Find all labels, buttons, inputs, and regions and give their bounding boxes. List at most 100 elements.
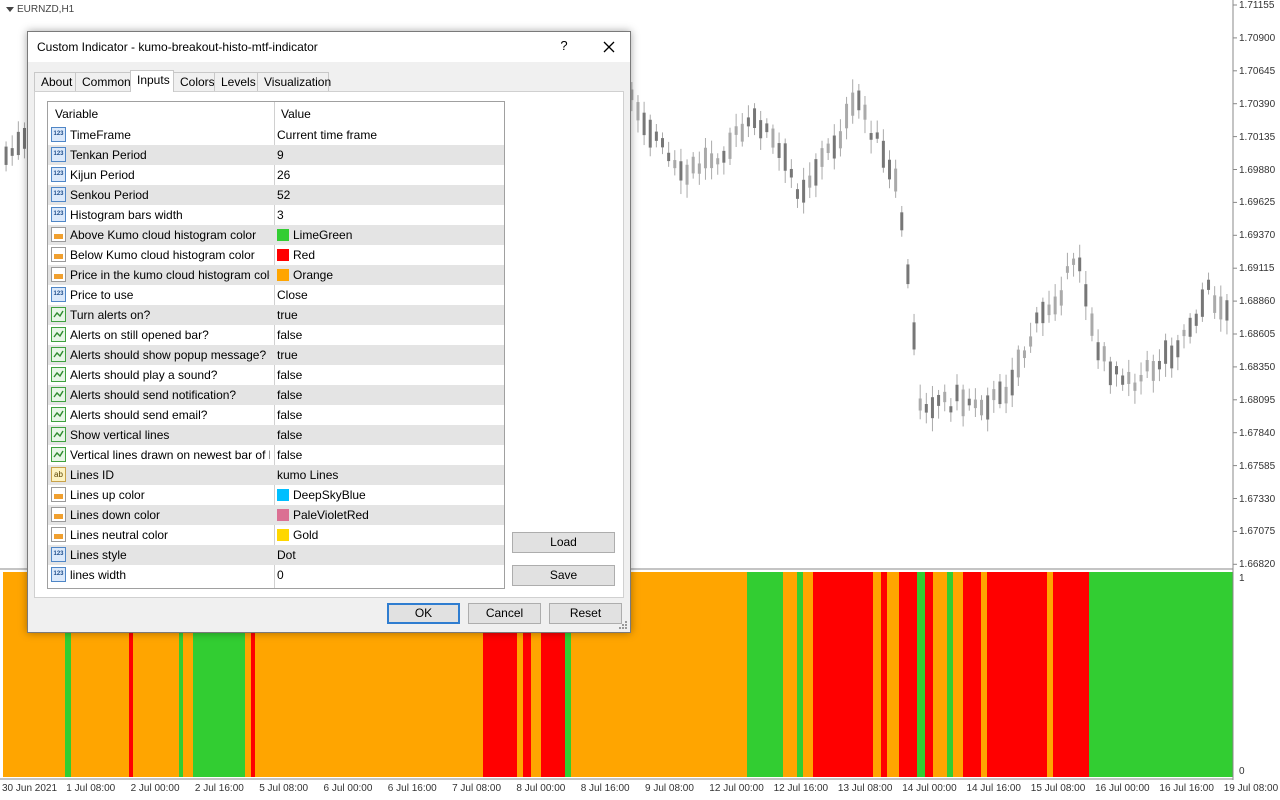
input-row[interactable]: Alerts on still opened bar? false	[48, 325, 504, 345]
input-value[interactable]: false	[277, 428, 302, 442]
histogram-bar	[953, 572, 963, 777]
inputs-panel: Variable Value 123 TimeFrame Current time …	[34, 91, 624, 598]
input-variable-name: Senkou Period	[70, 188, 149, 202]
histogram-bar	[963, 572, 981, 777]
input-value[interactable]: PaleVioletRed	[277, 508, 369, 522]
input-row[interactable]: Alerts should play a sound? false	[48, 365, 504, 385]
input-value[interactable]: true	[277, 308, 298, 322]
input-variable-name: lines width	[70, 568, 127, 582]
help-button[interactable]: ?	[556, 38, 572, 56]
color-param-icon	[51, 247, 66, 262]
input-row[interactable]: 123 Tenkan Period 9	[48, 145, 504, 165]
input-row[interactable]: Below Kumo cloud histogram color Red	[48, 245, 504, 265]
input-value-text: Gold	[293, 528, 319, 542]
close-button[interactable]	[593, 35, 625, 59]
input-row[interactable]: Above Kumo cloud histogram color LimeGree…	[48, 225, 504, 245]
column-header-value[interactable]: Value	[281, 107, 311, 121]
tab-visualization[interactable]: Visualization	[257, 72, 331, 91]
histogram-bar	[987, 572, 1047, 777]
input-value[interactable]: 0	[277, 568, 284, 582]
input-value[interactable]: kumo Lines	[277, 468, 338, 482]
input-variable-name: Alerts should play a sound?	[70, 368, 218, 382]
input-row[interactable]: Vertical lines drawn on newest bar of hi…	[48, 445, 504, 465]
input-value[interactable]: false	[277, 328, 302, 342]
input-value[interactable]: Gold	[277, 528, 318, 542]
input-row[interactable]: 123 Histogram bars width 3	[48, 205, 504, 225]
tab-common[interactable]: Common	[75, 72, 131, 91]
input-row[interactable]: 123 lines width 0	[48, 565, 504, 585]
symbol-label[interactable]: EURNZD,H1	[6, 4, 74, 15]
dialog-titlebar[interactable]: Custom Indicator - kumo-breakout-histo-m…	[28, 32, 630, 62]
tab-inputs[interactable]: Inputs	[130, 70, 174, 92]
input-value[interactable]: false	[277, 388, 302, 402]
input-variable-name: Tenkan Period	[70, 148, 147, 162]
input-variable-name: Lines ID	[70, 468, 115, 482]
input-row[interactable]: Lines neutral color Gold	[48, 525, 504, 545]
input-row[interactable]: Lines down color PaleVioletRed	[48, 505, 504, 525]
input-value[interactable]: Current time frame	[277, 128, 377, 142]
time-tick-label: 8 Jul 16:00	[580, 783, 630, 794]
histogram-bar	[1123, 572, 1233, 777]
save-button[interactable]: Save	[512, 565, 615, 586]
load-button[interactable]: Load	[512, 532, 615, 553]
input-variable-name: Lines down color	[70, 508, 161, 522]
input-value[interactable]: 3	[277, 208, 284, 222]
input-row[interactable]: Show vertical lines false	[48, 425, 504, 445]
reset-button[interactable]: Reset	[549, 603, 622, 624]
time-tick-label: 5 Jul 08:00	[259, 783, 309, 794]
price-tick-label: 1.70645	[1239, 65, 1276, 77]
input-row[interactable]: Alerts should send notification? false	[48, 385, 504, 405]
input-value[interactable]: DeepSkyBlue	[277, 488, 366, 502]
input-row[interactable]: Alerts should show popup message? true	[48, 345, 504, 365]
ok-button[interactable]: OK	[387, 603, 460, 624]
input-value[interactable]: Red	[277, 248, 315, 262]
input-value[interactable]: false	[277, 448, 302, 462]
column-header-variable[interactable]: Variable	[55, 107, 98, 121]
string-param-icon: ab	[51, 467, 66, 482]
price-tick-label: 1.69880	[1239, 164, 1276, 176]
input-value[interactable]: Close	[277, 288, 308, 302]
input-row[interactable]: 123 TimeFrame Current time frame	[48, 125, 504, 145]
time-tick-label: 6 Jul 00:00	[323, 783, 373, 794]
cancel-button[interactable]: Cancel	[468, 603, 541, 624]
inputs-grid[interactable]: Variable Value 123 TimeFrame Current time …	[47, 101, 505, 589]
input-value[interactable]: Orange	[277, 268, 333, 282]
input-value[interactable]: 52	[277, 188, 290, 202]
time-tick-label: 15 Jul 08:00	[1030, 783, 1086, 794]
tab-colors[interactable]: Colors	[173, 72, 215, 91]
numeric-param-icon: 123	[51, 547, 66, 562]
input-row[interactable]: Turn alerts on? true	[48, 305, 504, 325]
symbol-text: EURNZD,H1	[17, 4, 75, 15]
color-swatch	[277, 249, 289, 261]
histogram-max-label: 1	[1239, 573, 1245, 584]
input-row[interactable]: 123 Kijun Period 26	[48, 165, 504, 185]
input-row[interactable]: ab Lines ID kumo Lines	[48, 465, 504, 485]
time-tick-label: 30 Jun 2021	[2, 783, 58, 794]
input-row[interactable]: 123 Lines style Dot	[48, 545, 504, 565]
time-tick-label: 12 Jul 00:00	[709, 783, 764, 794]
input-row[interactable]: Alerts should send email? false	[48, 405, 504, 425]
input-value[interactable]: false	[277, 408, 302, 422]
input-row[interactable]: Lines up color DeepSkyBlue	[48, 485, 504, 505]
input-row[interactable]: 123 Price to use Close	[48, 285, 504, 305]
input-value-text: DeepSkyBlue	[293, 488, 366, 502]
time-tick-label: 7 Jul 08:00	[452, 783, 502, 794]
input-row[interactable]: Price in the kumo cloud histogram color O…	[48, 265, 504, 285]
input-value[interactable]: 9	[277, 148, 284, 162]
input-value[interactable]: 26	[277, 168, 290, 182]
time-tick-label: 16 Jul 16:00	[1159, 783, 1214, 794]
boolean-param-icon	[51, 307, 66, 322]
histogram-bar	[813, 572, 873, 777]
input-row[interactable]: 123 Senkou Period 52	[48, 185, 504, 205]
tab-about[interactable]: About	[34, 72, 76, 91]
histogram-bar	[1089, 572, 1123, 777]
input-value-text: Red	[293, 248, 316, 262]
input-value[interactable]: Dot	[277, 548, 296, 562]
input-variable-name: TimeFrame	[70, 128, 131, 142]
input-value[interactable]: true	[277, 348, 298, 362]
input-value[interactable]: LimeGreen	[277, 228, 352, 242]
input-value[interactable]: false	[277, 368, 302, 382]
tab-levels[interactable]: Levels	[214, 72, 258, 91]
price-tick-label: 1.68860	[1239, 296, 1276, 308]
resize-grip-icon[interactable]	[618, 620, 628, 630]
